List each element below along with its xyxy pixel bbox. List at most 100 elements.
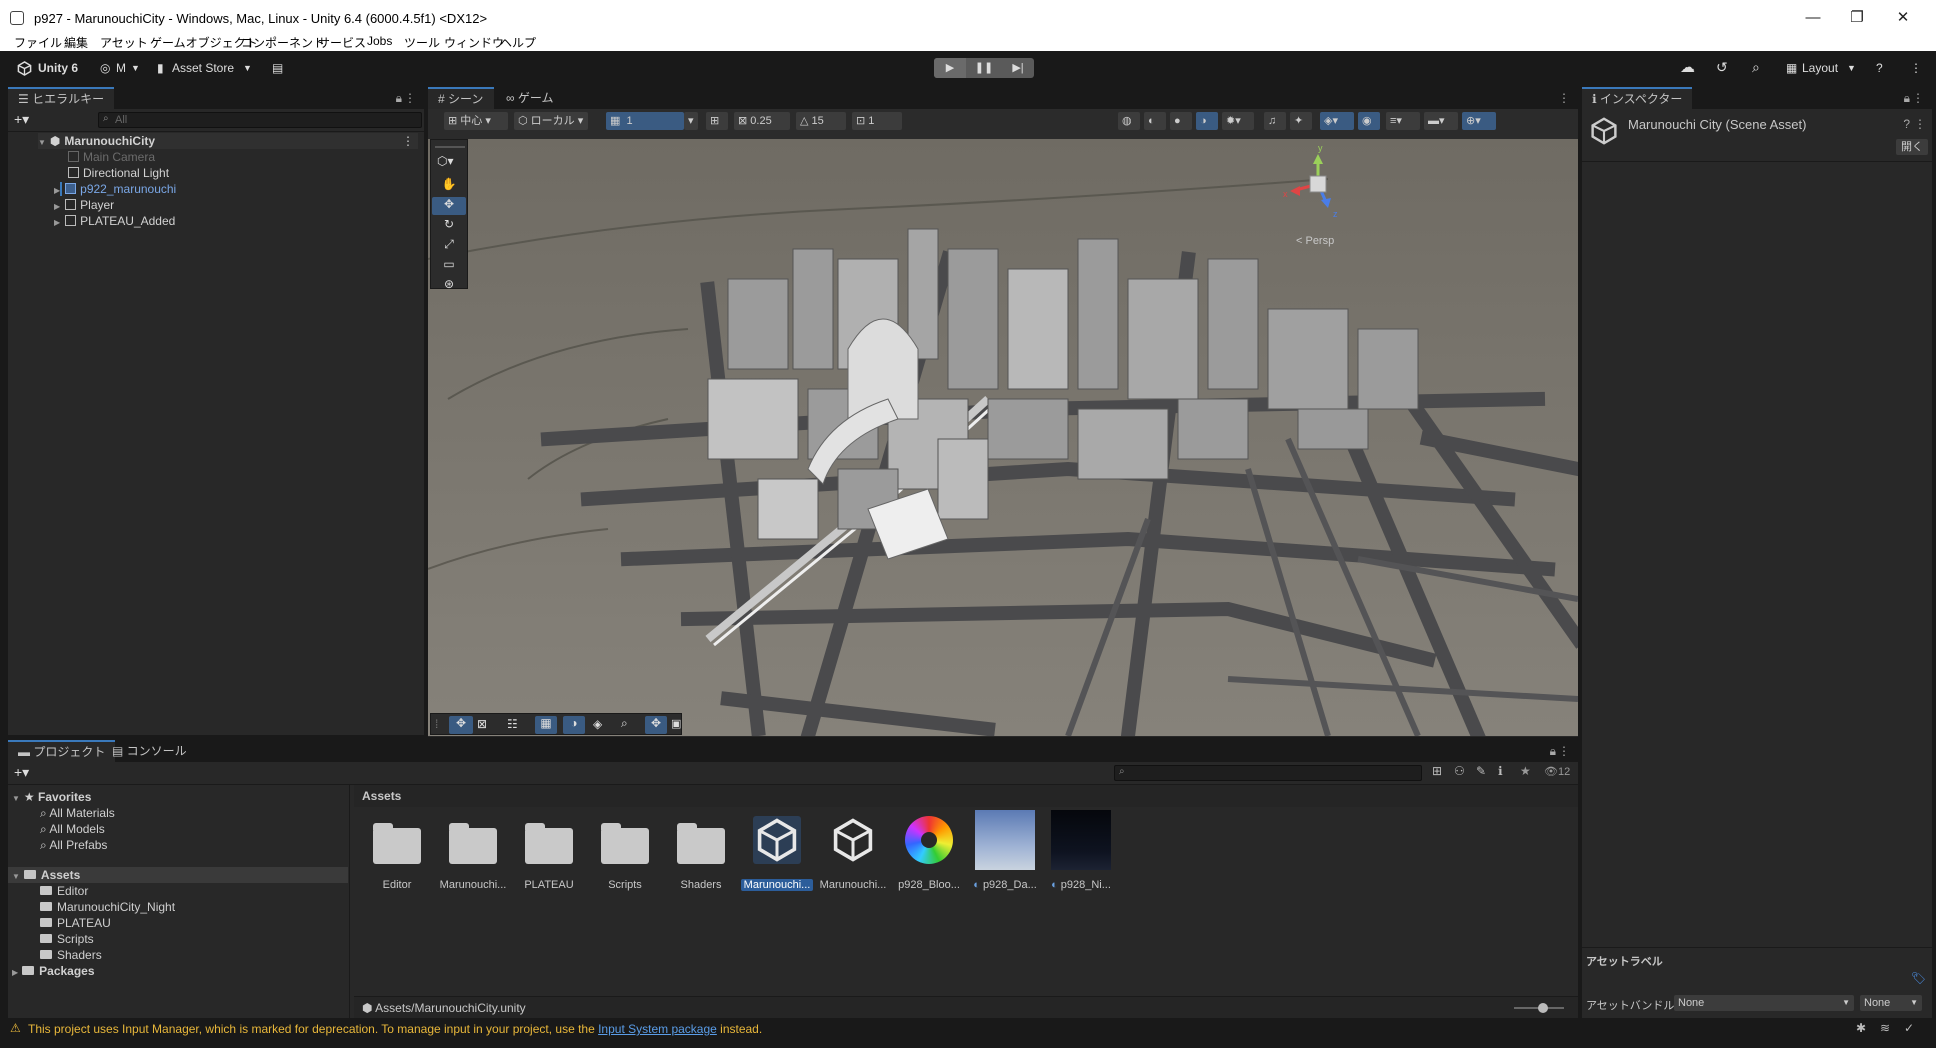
more-menu-icon[interactable]: ⋮ <box>402 133 414 149</box>
scene-viewport[interactable]: y x z < Persp ⬡▾ ✋ ✥ ↻ ⤢ ▭ ⊛ ⁞ ✥ ⊠ ☷ ▦ ◑… <box>428 139 1578 736</box>
asset-folder-plateau[interactable]: PLATEAU <box>513 816 585 896</box>
pivot-toggle[interactable]: ⊞ 中心 ▾ <box>444 112 508 130</box>
effects-icon[interactable]: ✦ <box>1290 112 1312 130</box>
scale-tool-button[interactable]: ⤢ <box>432 237 466 255</box>
hierarchy-item-directional-light[interactable]: Directional Light <box>68 165 169 181</box>
tab-console[interactable]: ▤ コンソール <box>102 740 197 762</box>
asset-scene-marunouchicity-selected[interactable]: Marunouchi... <box>741 816 813 896</box>
favorite-all-models[interactable]: ⌕ All Models <box>40 821 105 837</box>
check-icon[interactable]: ✓ <box>1904 1021 1914 1035</box>
search-by-type-icon[interactable]: ⊞ <box>1432 764 1442 778</box>
scale-snap-field[interactable]: ⊡ 1 <box>852 112 902 130</box>
zoom-slider-handle[interactable] <box>1538 1003 1548 1013</box>
menu-assets[interactable]: アセット <box>100 34 148 51</box>
asset-folder-marunouchi-night[interactable]: Marunouchi... <box>437 816 509 896</box>
more-menu-icon[interactable]: ⋮ <box>404 91 416 105</box>
cloud-icon[interactable]: ☁ <box>1680 58 1695 76</box>
asset-volume-profile-bloom[interactable]: p928_Bloo... <box>893 816 965 896</box>
unity-version-button[interactable]: Unity 6 <box>38 61 78 75</box>
camera-icon[interactable]: ▣ <box>671 717 681 730</box>
debug-icon[interactable]: ✱ <box>1856 1021 1866 1035</box>
tag-icon[interactable]: ✎ <box>1476 764 1486 778</box>
layout-dropdown[interactable]: Layout <box>1802 61 1838 75</box>
search-icon[interactable]: ⌕ <box>1752 59 1760 76</box>
favorite-star-icon[interactable]: ★ <box>1520 764 1531 778</box>
lit-icon[interactable]: ◑ <box>1196 112 1218 130</box>
input-system-link[interactable]: Input System package <box>598 1022 717 1036</box>
account-icon[interactable]: ◎ <box>100 61 110 75</box>
pause-button[interactable]: ❚❚ <box>968 58 1000 78</box>
zoom-icon[interactable]: ⌕ <box>621 716 628 731</box>
hidden-count[interactable]: 👁︎12 <box>1544 765 1570 778</box>
lock-icon[interactable]: 🔒︎ <box>396 91 402 106</box>
menu-file[interactable]: ファイル <box>14 34 62 51</box>
status-message[interactable]: This project uses Input Manager, which i… <box>28 1022 762 1036</box>
packages-node[interactable]: ▶ Packages <box>12 963 95 979</box>
render-toggle[interactable]: ≡▾ <box>1386 112 1420 130</box>
visibility-icon[interactable]: ◉ <box>1358 112 1380 130</box>
help-icon[interactable]: ? <box>1903 117 1910 131</box>
menu-tools[interactable]: ツール <box>404 34 440 51</box>
camera-toggle[interactable]: ▬▾ <box>1424 112 1458 130</box>
create-button[interactable]: +▾ <box>14 764 29 781</box>
asset-folder-editor[interactable]: Editor <box>361 816 433 896</box>
tab-game[interactable]: ∞ ゲーム <box>496 87 564 109</box>
lock-icon[interactable]: 🔒︎ <box>1550 744 1556 759</box>
close-button[interactable]: ✕ <box>1880 6 1926 30</box>
maximize-button[interactable]: ❐ <box>1834 6 1880 30</box>
more-menu-icon[interactable]: ⋮ <box>1910 61 1922 75</box>
favorites-node[interactable]: ▼ ★ Favorites <box>12 789 91 805</box>
navigate-overlay-button[interactable]: ✥ <box>645 716 667 734</box>
wireframe-icon[interactable]: ◐ <box>1144 112 1166 130</box>
overlay-tool-icon[interactable]: ◈ <box>593 717 602 731</box>
transform-tool-button[interactable]: ⊛ <box>432 277 466 295</box>
asset-folder-scripts[interactable]: Scripts <box>589 816 661 896</box>
folder-editor[interactable]: Editor <box>40 883 88 899</box>
menu-help[interactable]: ヘルプ <box>500 34 536 51</box>
grid-toggle[interactable]: ▦ 1 <box>606 112 684 130</box>
hierarchy-item-player[interactable]: ▶ Player <box>54 197 114 213</box>
more-menu-icon[interactable]: ⋮ <box>1558 744 1570 758</box>
tab-project[interactable]: ▬ プロジェクト <box>8 740 116 762</box>
asset-skybox-night[interactable]: ◐ p928_Ni... <box>1045 810 1117 896</box>
tab-scene[interactable]: # シーン <box>428 87 494 109</box>
more-menu-icon[interactable]: ⋮ <box>1914 117 1926 131</box>
overlay-tool-icon[interactable]: ☷ <box>507 717 518 731</box>
asset-bundle-dropdown[interactable]: None ▼ <box>1674 995 1854 1011</box>
info-icon[interactable]: ℹ <box>1498 764 1503 778</box>
account-button[interactable]: M <box>116 61 126 75</box>
step-button[interactable]: ▶| <box>1002 58 1034 78</box>
scene-root-row[interactable]: ▼ ⬢ MarunouchiCity ⋮ <box>38 133 418 149</box>
move-tool-button[interactable]: ✥ <box>432 197 466 215</box>
grid-overlay-button[interactable]: ▦ <box>535 716 557 734</box>
project-search-input[interactable]: ⌕ <box>1114 765 1422 781</box>
menu-component[interactable]: コンポーネント <box>241 34 325 51</box>
menu-edit[interactable]: 編集 <box>64 34 88 51</box>
menu-jobs[interactable]: Jobs <box>367 34 392 48</box>
tab-inspector[interactable]: ℹ インスペクター <box>1582 87 1693 109</box>
lock-icon[interactable]: 🔒︎ <box>1904 91 1910 106</box>
rotate-tool-button[interactable]: ↻ <box>432 217 466 235</box>
hierarchy-item-plateau-added[interactable]: ▶ PLATEAU_Added <box>54 213 175 229</box>
favorite-all-prefabs[interactable]: ⌕ All Prefabs <box>40 837 107 853</box>
folder-scripts[interactable]: Scripts <box>40 931 94 947</box>
lighting-overlay-button[interactable]: ◑ <box>563 716 585 734</box>
asset-scene-marunouchicity-night[interactable]: Marunouchi... <box>817 816 889 896</box>
help-icon[interactable]: ? <box>1876 61 1883 75</box>
lighting-toggle[interactable]: ✹▾ <box>1222 112 1254 130</box>
hierarchy-search-input[interactable]: ⌕ All <box>98 112 422 128</box>
menu-window[interactable]: ウィンドウ <box>444 34 504 51</box>
rect-tool-button[interactable]: ▭ <box>432 257 466 275</box>
shaded-icon[interactable]: ● <box>1170 112 1192 130</box>
tool-mode-dropdown[interactable]: ⬡▾ <box>437 154 454 168</box>
move-overlay-button[interactable]: ✥ <box>449 716 473 734</box>
search-by-label-icon[interactable]: ⚇ <box>1454 764 1465 778</box>
hand-tool-button[interactable]: ✋ <box>432 177 466 195</box>
draw-mode-icon[interactable]: ◍ <box>1118 112 1140 130</box>
layers-toggle[interactable]: ◈▾ <box>1320 112 1354 130</box>
play-button[interactable]: ▶ <box>934 58 966 78</box>
snap-icon[interactable]: ⊞ <box>706 112 728 130</box>
gizmos-toggle[interactable]: ⊕▾ <box>1462 112 1496 130</box>
history-icon[interactable]: ↺ <box>1716 59 1728 76</box>
asset-store-button[interactable]: Asset Store <box>172 61 234 75</box>
